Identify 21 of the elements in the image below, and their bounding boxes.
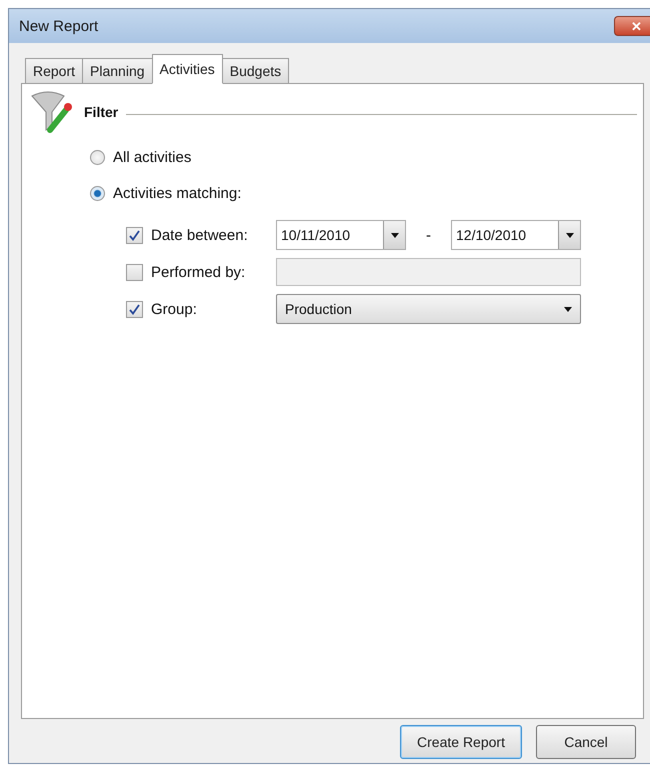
check-icon	[129, 304, 140, 314]
radio-option[interactable]: Activities matching:	[90, 180, 242, 206]
check-icon	[129, 230, 140, 240]
radio-option[interactable]: All activities	[90, 144, 192, 170]
tab[interactable]: Planning	[82, 58, 153, 84]
criterion-checkbox[interactable]: Group:	[126, 300, 276, 318]
window-title: New Report	[19, 18, 98, 34]
criterion-checkbox[interactable]: Date between:	[126, 226, 276, 244]
caret-icon	[564, 306, 572, 312]
tab[interactable]: Budgets	[222, 58, 290, 84]
tab[interactable]: Report	[25, 58, 84, 84]
group-dropdown[interactable]: Production	[276, 294, 581, 324]
dialog-button[interactable]: Cancel	[536, 725, 636, 759]
date-separator: -	[426, 226, 431, 244]
date-picker[interactable]: 12/10/2010	[451, 220, 581, 250]
caret-icon	[566, 232, 574, 238]
section-title: Filter	[84, 104, 118, 120]
caret-icon	[390, 232, 398, 238]
tab[interactable]: Activities	[152, 54, 223, 84]
date-picker[interactable]: 10/11/2010	[276, 220, 406, 250]
dialog-button[interactable]: Create Report	[400, 725, 522, 759]
